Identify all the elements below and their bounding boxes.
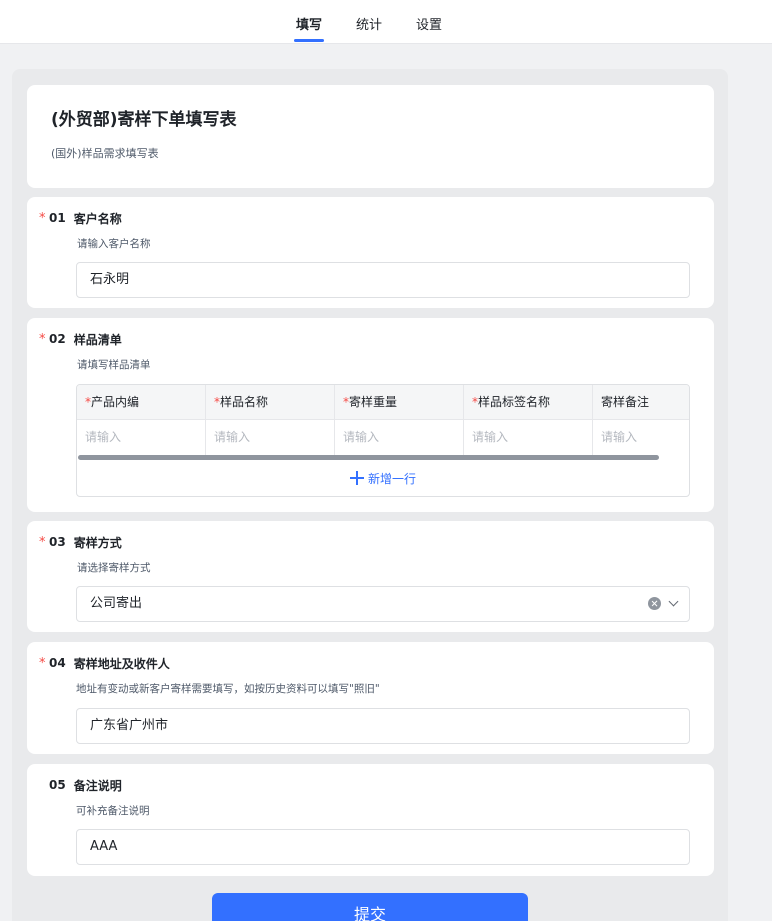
- sample-list-table: *产品内编 *样品名称 *寄样重量 *样品标签名称 寄样备注 请输入 请输入 请…: [76, 384, 690, 497]
- tab-statistics[interactable]: 统计: [356, 14, 382, 33]
- question-customer-name: * 01 客户名称 请输入客户名称 石永明: [27, 197, 714, 308]
- question-number: 05: [49, 778, 66, 792]
- question-address-recipient: * 04 寄样地址及收件人 地址有变动或新客户寄样需要填写，如按历史资料可以填写…: [27, 642, 714, 754]
- question-description: 可补充备注说明: [76, 805, 150, 817]
- table-cell-input[interactable]: 请输入: [593, 420, 689, 455]
- top-nav: 填写 统计 设置: [0, 0, 772, 44]
- add-row-button[interactable]: 新增一行: [77, 467, 689, 491]
- clear-icon[interactable]: [648, 597, 661, 610]
- select-actions: [648, 596, 679, 610]
- question-description: 请选择寄样方式: [77, 562, 151, 574]
- question-description: 请输入客户名称: [77, 238, 151, 250]
- column-label: 寄样备注: [601, 395, 650, 409]
- required-mark: *: [39, 534, 46, 550]
- question-heading: 05 备注说明: [39, 777, 122, 793]
- form-header-card: (外贸部)寄样下单填写表 (国外)样品需求填写表: [27, 85, 714, 188]
- column-label: 寄样重量: [349, 395, 398, 409]
- question-number: 04: [49, 656, 66, 670]
- table-cell-input[interactable]: 请输入: [77, 420, 206, 455]
- question-description: 请填写样品清单: [77, 359, 151, 371]
- shipping-method-value: 公司寄出: [90, 596, 143, 611]
- tab-fill[interactable]: 填写: [294, 14, 325, 42]
- tab-statistics-label: 统计: [356, 18, 383, 33]
- table-header-row: *产品内编 *样品名称 *寄样重量 *样品标签名称 寄样备注: [77, 385, 689, 420]
- column-label: 产品内编: [91, 395, 140, 409]
- question-description: 地址有变动或新客户寄样需要填写，如按历史资料可以填写"照旧": [76, 683, 380, 695]
- form-title: (外贸部)寄样下单填写表: [51, 110, 237, 130]
- column-label: 样品标签名称: [478, 395, 551, 409]
- address-input[interactable]: 广东省广州市: [76, 708, 690, 744]
- column-header: *产品内编: [77, 385, 206, 420]
- required-mark: *: [39, 331, 46, 347]
- tab-settings[interactable]: 设置: [416, 14, 442, 33]
- required-mark: *: [39, 655, 46, 671]
- table-cell-input[interactable]: 请输入: [335, 420, 464, 455]
- column-header: 寄样备注: [593, 385, 689, 420]
- customer-name-input[interactable]: 石永明: [76, 262, 690, 298]
- table-cell-input[interactable]: 请输入: [206, 420, 335, 455]
- question-title: 客户名称: [73, 211, 122, 226]
- address-value: 广东省广州市: [90, 718, 169, 733]
- table-row: 请输入 请输入 请输入 请输入 请输入: [77, 420, 689, 455]
- question-heading: * 01 客户名称: [39, 210, 122, 226]
- question-title: 寄样方式: [73, 535, 122, 550]
- remarks-value: AAA: [90, 839, 118, 854]
- column-header: *样品名称: [206, 385, 335, 420]
- table-cell-input[interactable]: 请输入: [464, 420, 593, 455]
- chevron-down-icon[interactable]: [668, 596, 679, 607]
- question-number: 02: [49, 332, 66, 346]
- column-header: *样品标签名称: [464, 385, 593, 420]
- tab-fill-label: 填写: [296, 18, 323, 33]
- required-mark: *: [39, 210, 46, 226]
- plus-icon: [349, 471, 364, 485]
- question-heading: * 02 样品清单: [39, 331, 122, 347]
- remarks-input[interactable]: AAA: [76, 829, 690, 865]
- table-horizontal-scrollbar[interactable]: [78, 455, 659, 460]
- question-remarks: 05 备注说明 可补充备注说明 AAA: [27, 764, 714, 876]
- question-number: 03: [49, 535, 66, 549]
- form-subtitle: (国外)样品需求填写表: [51, 147, 159, 160]
- shipping-method-select[interactable]: 公司寄出: [76, 586, 690, 622]
- column-header: *寄样重量: [335, 385, 464, 420]
- customer-name-value: 石永明: [90, 272, 130, 287]
- question-title: 寄样地址及收件人: [73, 656, 170, 671]
- question-heading: * 04 寄样地址及收件人: [39, 655, 170, 671]
- tab-settings-label: 设置: [416, 18, 443, 33]
- column-label: 样品名称: [220, 395, 269, 409]
- submit-button[interactable]: 提交: [212, 893, 528, 921]
- question-title: 备注说明: [73, 778, 122, 793]
- add-row-label: 新增一行: [367, 472, 416, 486]
- question-heading: * 03 寄样方式: [39, 534, 122, 550]
- question-title: 样品清单: [73, 332, 122, 347]
- question-shipping-method: * 03 寄样方式 请选择寄样方式 公司寄出: [27, 521, 714, 632]
- question-number: 01: [49, 211, 66, 225]
- active-tab-indicator: [294, 39, 325, 42]
- question-sample-list: * 02 样品清单 请填写样品清单 *产品内编 *样品名称 *寄样重量 *样品标…: [27, 318, 714, 512]
